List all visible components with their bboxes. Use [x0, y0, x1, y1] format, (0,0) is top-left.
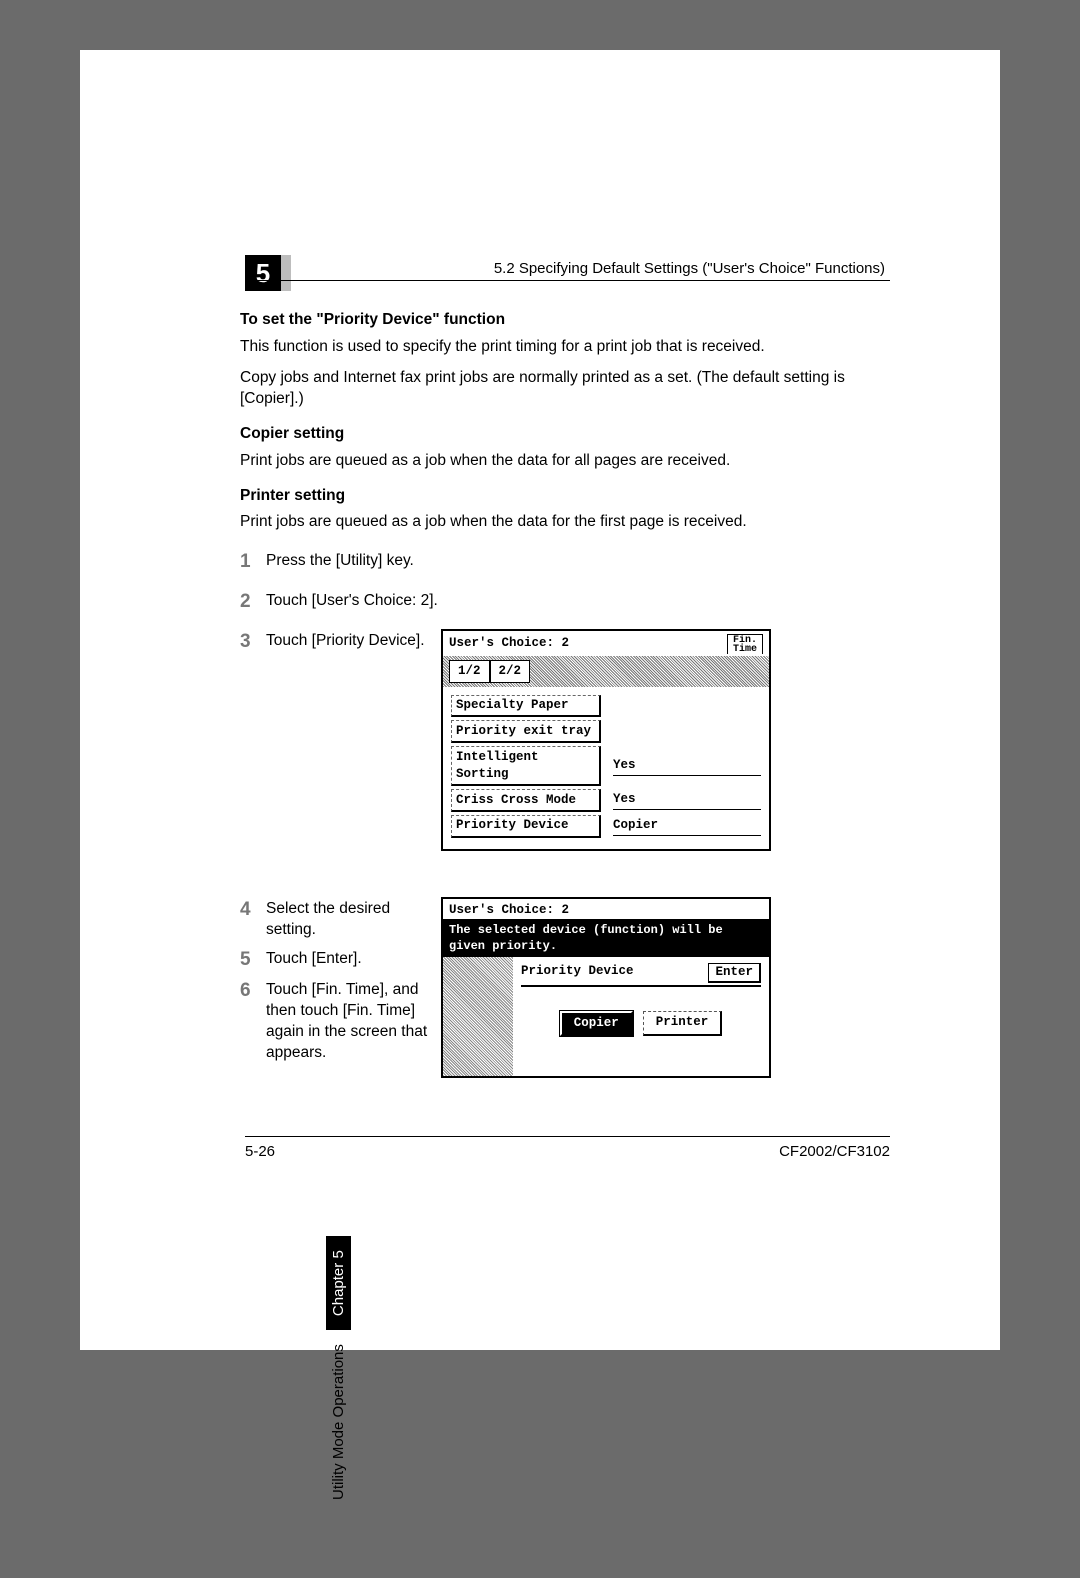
fin-time-button[interactable]: Fin. Time — [727, 634, 763, 654]
step-number: 1 — [240, 549, 266, 575]
lcd-screen-1: User's Choice: 2 Fin. Time 1/2 2/2 Speci… — [441, 629, 771, 851]
step-number: 3 — [240, 629, 266, 655]
step-text: Touch [Priority Device]. — [266, 629, 441, 652]
paragraph: Print jobs are queued as a job when the … — [240, 512, 890, 533]
screen-message: The selected device (function) will be g… — [443, 919, 769, 957]
option-intelligent-sorting[interactable]: Intelligent Sorting — [451, 746, 601, 786]
paragraph: Copy jobs and Internet fax print jobs ar… — [240, 368, 890, 410]
option-criss-cross-mode[interactable]: Criss Cross Mode — [451, 789, 601, 812]
side-tab: Utility Mode Operations Chapter 5 — [326, 1236, 351, 1500]
option-printer[interactable]: Printer — [643, 1011, 723, 1036]
subheading-copier-setting: Copier setting — [240, 424, 890, 445]
step-number: 2 — [240, 589, 266, 615]
option-specialty-paper[interactable]: Specialty Paper — [451, 695, 601, 718]
enter-button[interactable]: Enter — [708, 963, 761, 983]
page-tab-1[interactable]: 1/2 — [449, 660, 490, 683]
side-tab-chapter: Chapter 5 — [326, 1236, 351, 1330]
section-heading: 5.2 Specifying Default Settings ("User's… — [494, 260, 885, 277]
page-number: 5-26 — [245, 1143, 275, 1160]
step-text: Select the desired setting. — [266, 897, 441, 941]
page-footer: 5-26 CF2002/CF3102 — [245, 1136, 890, 1160]
screen-side-shade — [443, 957, 513, 1076]
chapter-badge: 5 — [245, 255, 281, 291]
step-text: Touch [Fin. Time], and then touch [Fin. … — [266, 978, 441, 1064]
paragraph: Print jobs are queued as a job when the … — [240, 451, 890, 472]
lcd-screen-2: User's Choice: 2 The selected device (fu… — [441, 897, 771, 1078]
option-priority-exit-tray[interactable]: Priority exit tray — [451, 720, 601, 743]
page-tab-2[interactable]: 2/2 — [490, 660, 531, 683]
option-value: Yes — [613, 757, 761, 776]
option-value: Copier — [613, 817, 761, 836]
manual-page: 5 5.2 Specifying Default Settings ("User… — [80, 50, 1000, 1350]
subheading-printer-setting: Printer setting — [240, 486, 890, 507]
step-number: 6 — [240, 978, 266, 1004]
procedure-list: 1 Press the [Utility] key. 2 Touch [User… — [240, 549, 890, 1064]
header-rule — [245, 280, 890, 281]
option-priority-device[interactable]: Priority Device — [451, 815, 601, 838]
screen-title: User's Choice: 2 — [449, 902, 569, 919]
option-value: Yes — [613, 791, 761, 810]
step-text: Press the [Utility] key. — [266, 549, 890, 572]
paragraph: This function is used to specify the pri… — [240, 337, 890, 358]
step-number: 5 — [240, 947, 266, 973]
model-number: CF2002/CF3102 — [779, 1143, 890, 1160]
step-text: Touch [User's Choice: 2]. — [266, 589, 890, 612]
screen-title: User's Choice: 2 — [449, 635, 569, 652]
step-number: 4 — [240, 897, 266, 923]
option-copier[interactable]: Copier — [560, 1011, 633, 1036]
side-tab-text: Utility Mode Operations — [330, 1344, 347, 1500]
body-content: To set the "Priority Device" function Th… — [240, 310, 890, 1064]
subheading-priority-device: To set the "Priority Device" function — [240, 310, 890, 331]
screen-section-title: Priority Device — [521, 963, 634, 983]
step-text: Touch [Enter]. — [266, 947, 441, 970]
